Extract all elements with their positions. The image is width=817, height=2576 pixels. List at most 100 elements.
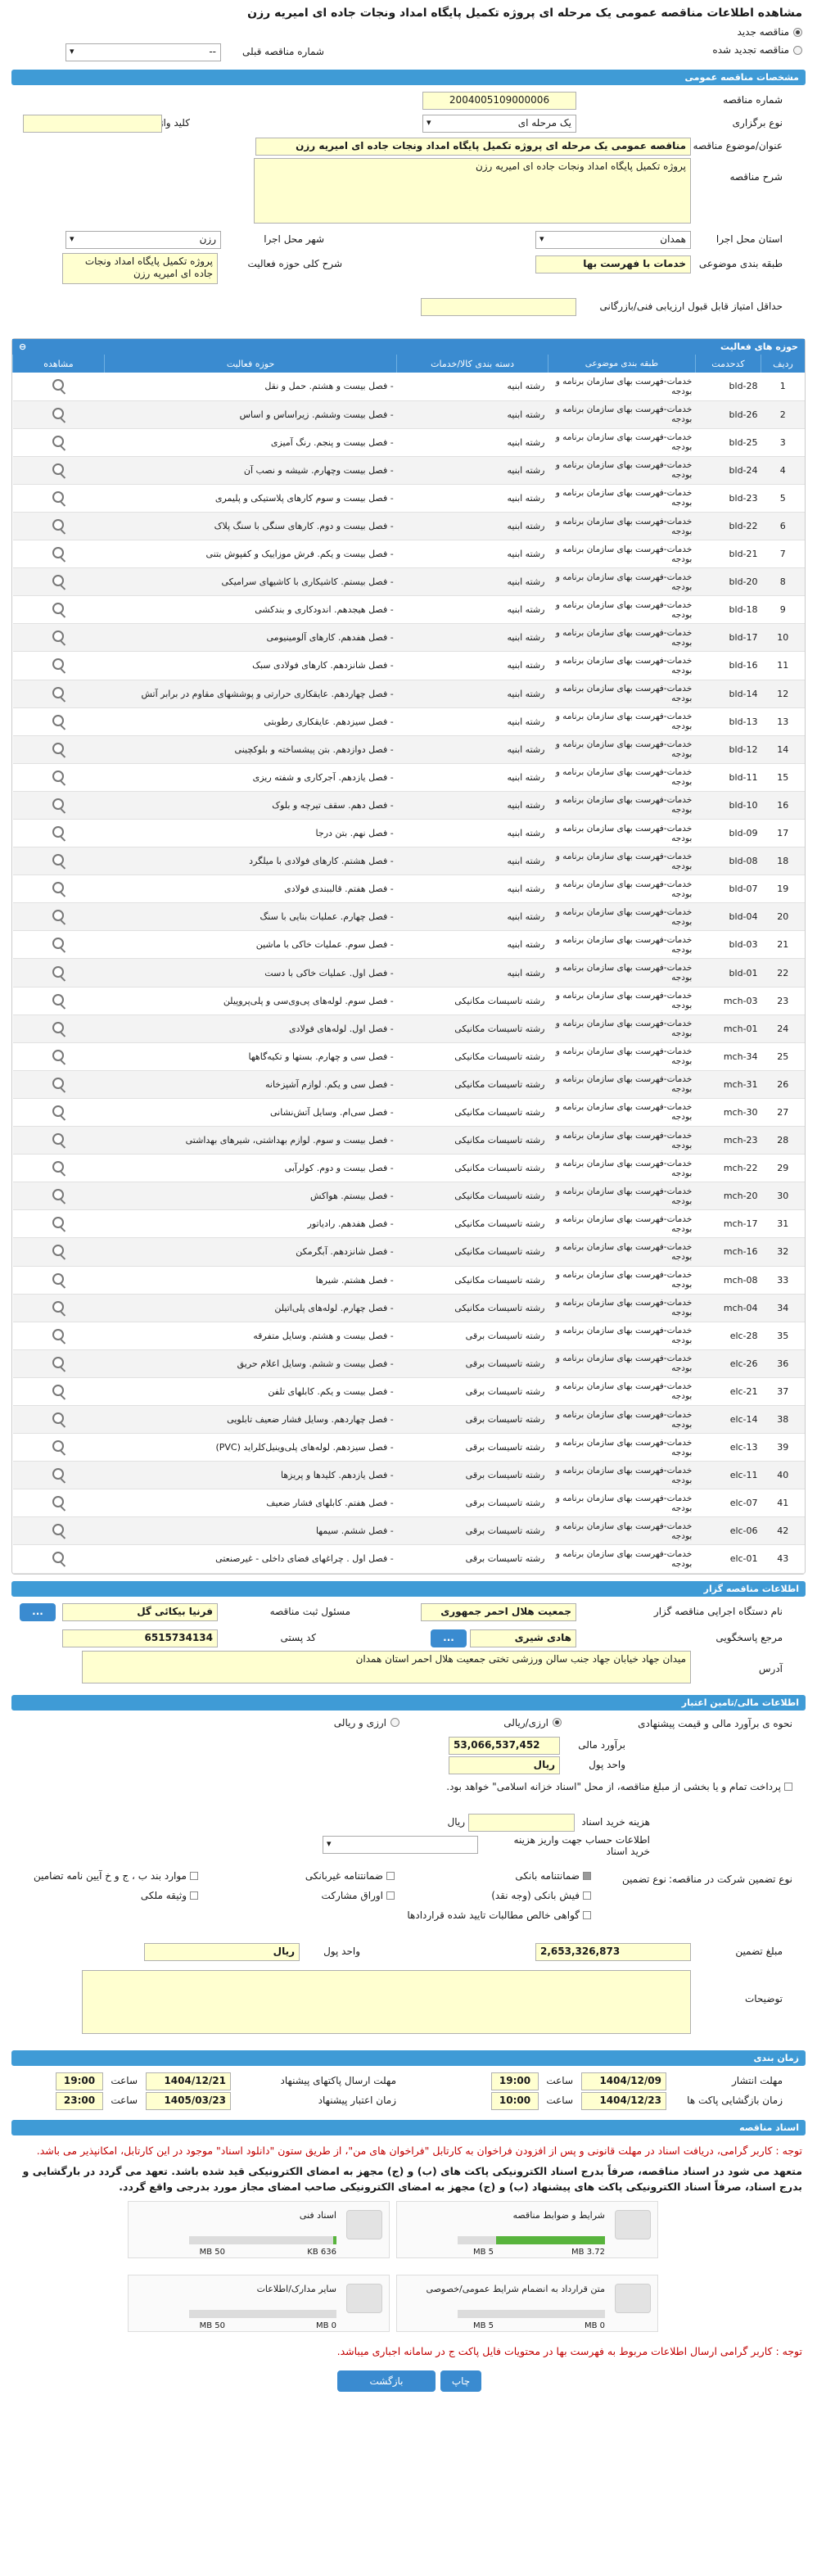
account-select[interactable] (323, 1835, 478, 1854)
guarantee-option[interactable]: ضمانتنامه غیربانکی (305, 1870, 395, 1882)
magnifier-icon[interactable] (52, 798, 65, 810)
radio-label: ارزی/ریالی (503, 1716, 548, 1729)
guarantee-option[interactable]: موارد بند ب ، ج و خ آیین نامه تضامین (34, 1870, 198, 1882)
magnifier-icon[interactable] (52, 1384, 65, 1396)
guarantee-option[interactable]: گواهی خالص مطالبات تایید شده قراردادها (407, 1909, 591, 1921)
magnifier-icon[interactable] (52, 1552, 65, 1564)
magnifier-icon[interactable] (52, 1049, 65, 1061)
row-group: رشته تاسیسات مکانیکی (396, 1237, 548, 1267)
row-number: 5 (761, 484, 805, 513)
doc-card[interactable]: متن قرارداد به انضمام شرایط عمومی/خصوصی 0… (396, 2274, 658, 2332)
category-label: طبقه بندی موضوعی (698, 258, 783, 269)
magnifier-icon[interactable] (52, 1328, 65, 1340)
time-label: ساعت (111, 2094, 138, 2106)
row-view-cell (12, 987, 105, 1015)
magnifier-icon[interactable] (52, 1161, 65, 1173)
magnifier-icon[interactable] (52, 1217, 65, 1229)
magnifier-icon[interactable] (52, 770, 65, 782)
magnifier-icon[interactable] (52, 1496, 65, 1508)
doc-fee-label: هزینه خرید اسناد (581, 1815, 650, 1828)
row-group: رشته تاسیسات مکانیکی (396, 1294, 548, 1322)
row-category: خدمات-فهرست بهای سازمان برنامه و بودجه (548, 456, 696, 485)
magnifier-icon[interactable] (52, 882, 65, 894)
checkbox-icon[interactable] (386, 1891, 395, 1900)
magnifier-icon[interactable] (52, 630, 65, 643)
magnifier-icon[interactable] (52, 1133, 65, 1146)
checkbox-icon[interactable] (190, 1891, 198, 1900)
back-button[interactable]: بازگشت (337, 2370, 436, 2392)
magnifier-icon[interactable] (52, 435, 65, 447)
checkbox-icon[interactable] (784, 1783, 792, 1792)
type-select[interactable]: یک مرحله ای (422, 115, 576, 133)
magnifier-icon[interactable] (52, 1272, 65, 1285)
magnifier-icon[interactable] (52, 993, 65, 1006)
magnifier-icon[interactable] (52, 658, 65, 671)
row-activity: - فصل سی و یکم. لوازم آشپزخانه (104, 1070, 397, 1099)
magnifier-icon[interactable] (52, 575, 65, 587)
row-number: 35 (761, 1322, 805, 1350)
row-group: رشته تاسیسات مکانیکی (396, 1015, 548, 1043)
guarantee-option[interactable]: فیش بانکی (وجه نقد) (491, 1890, 591, 1901)
magnifier-icon[interactable] (52, 547, 65, 559)
magnifier-icon[interactable] (52, 1189, 65, 1201)
row-category: خدمات-فهرست بهای سازمان برنامه و بودجه (548, 1322, 696, 1350)
magnifier-icon[interactable] (52, 519, 65, 531)
doc-size: 636 KB (307, 2247, 336, 2257)
magnifier-icon[interactable] (52, 826, 65, 838)
row-number: 27 (761, 1098, 805, 1128)
magnifier-icon[interactable] (52, 910, 65, 922)
row-group: رشته ابنیه (396, 735, 548, 764)
city-select[interactable]: رزن (65, 231, 221, 249)
radio-rial[interactable]: ارزی/ریالی (503, 1717, 562, 1729)
magnifier-icon[interactable] (52, 938, 65, 950)
magnifier-icon[interactable] (52, 490, 65, 503)
checkbox-icon[interactable] (583, 1872, 591, 1881)
checkbox-icon[interactable] (583, 1911, 591, 1920)
guarantee-option[interactable]: ضمانتنامه بانکی (515, 1870, 591, 1882)
prev-tender-select[interactable]: -- (65, 43, 221, 61)
magnifier-icon[interactable] (52, 1105, 65, 1117)
doc-max-size: 50 MB (199, 2247, 225, 2257)
magnifier-icon[interactable] (52, 1468, 65, 1480)
tender-kind-block: مناقصه جدید مناقصه تجدید شده شماره مناقص… (11, 26, 806, 66)
checkbox-icon[interactable] (190, 1872, 198, 1881)
province-select[interactable]: همدان (535, 231, 691, 249)
magnifier-icon[interactable] (52, 965, 65, 978)
magnifier-icon[interactable] (52, 854, 65, 866)
magnifier-icon[interactable] (52, 1356, 65, 1368)
magnifier-icon[interactable] (52, 1245, 65, 1257)
magnifier-icon[interactable] (52, 1300, 65, 1313)
doc-card[interactable]: سایر مدارک/اطلاعات 0 MB 50 MB (128, 2274, 390, 2332)
ref-more-button[interactable]: ... (431, 1629, 467, 1647)
magnifier-icon[interactable] (52, 463, 65, 475)
magnifier-icon[interactable] (52, 379, 65, 391)
magnifier-icon[interactable] (52, 407, 65, 419)
magnifier-icon[interactable] (52, 1412, 65, 1425)
doc-card[interactable]: شرایط و ضوابط مناقصه 3.72 MB 5 MB (396, 2200, 658, 2258)
magnifier-icon[interactable] (52, 714, 65, 726)
magnifier-icon[interactable] (52, 1021, 65, 1033)
radio-renewed-tender[interactable]: مناقصه تجدید شده (712, 44, 802, 56)
row-view-cell (12, 1461, 105, 1490)
row-category: خدمات-فهرست بهای سازمان برنامه و بودجه (548, 623, 696, 653)
doc-card[interactable]: اسناد فنی 636 KB 50 MB (128, 2200, 390, 2258)
row-code: mch-16 (695, 1237, 761, 1267)
magnifier-icon[interactable] (52, 742, 65, 754)
table-row: 22 bld-01 خدمات-فهرست بهای سازمان برنامه و… (12, 958, 805, 987)
resp-more-button[interactable]: ... (20, 1602, 56, 1621)
checkbox-icon[interactable] (386, 1872, 395, 1881)
magnifier-icon[interactable] (52, 686, 65, 698)
radio-rial-fx[interactable]: ارزی و ریالی (334, 1717, 399, 1729)
radio-new-tender[interactable]: مناقصه جدید (738, 26, 802, 38)
row-code: mch-01 (695, 1015, 761, 1043)
guarantee-option[interactable]: وثیقه ملکی (141, 1890, 198, 1901)
number-label: شماره مناقصه (723, 94, 783, 106)
magnifier-icon[interactable] (52, 603, 65, 615)
magnifier-icon[interactable] (52, 1440, 65, 1453)
row-activity: - فصل اول . چراغهای فضای داخلی - غیرصنعت… (104, 1544, 397, 1574)
print-button[interactable]: چاپ (440, 2370, 481, 2392)
magnifier-icon[interactable] (52, 1077, 65, 1089)
magnifier-icon[interactable] (52, 1524, 65, 1536)
guarantee-option[interactable]: اوراق مشارکت (322, 1890, 395, 1901)
checkbox-icon[interactable] (583, 1891, 591, 1900)
